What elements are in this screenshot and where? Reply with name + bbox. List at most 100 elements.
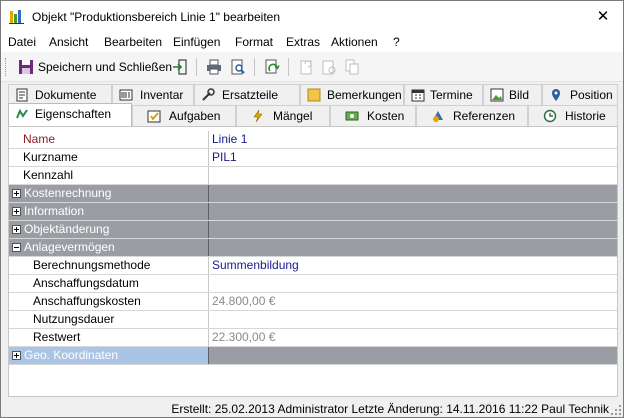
category-kostenrechnung[interactable]: Kostenrechnung — [9, 185, 617, 203]
property-value-nutzungsdauer[interactable] — [210, 311, 617, 328]
tab-ersatzteile[interactable]: Ersatzteile — [194, 84, 300, 105]
tab-termine[interactable]: Termine — [404, 84, 483, 105]
property-key: Nutzungsdauer — [9, 311, 209, 328]
calendar-icon — [411, 89, 425, 102]
tab-label: Dokumente — [35, 88, 97, 102]
category-geo-koordinaten[interactable]: Geo. Koordinaten — [9, 347, 617, 365]
property-key: Kurzname — [9, 149, 209, 166]
settings-doc-icon[interactable] — [321, 59, 337, 75]
property-value-anschaffungsdatum[interactable] — [210, 275, 617, 292]
tab-label: Position — [570, 88, 613, 102]
property-key: Kennzahl — [9, 167, 209, 184]
tab-label: Referenzen — [453, 109, 516, 123]
tab-label: Inventar — [140, 88, 184, 102]
inventory-icon — [119, 89, 133, 101]
document-icon — [16, 88, 28, 102]
category-label: Kostenrechnung — [9, 185, 209, 202]
property-row-anschaffungskosten[interactable]: Anschaffungskosten 24.800,00 € — [9, 293, 617, 311]
category-objektaenderung[interactable]: Objektänderung — [9, 221, 617, 239]
tab-inventar[interactable]: Inventar — [112, 84, 194, 105]
menu-datei[interactable]: Datei — [8, 35, 36, 49]
tab-historie[interactable]: Historie — [528, 105, 618, 126]
property-value-restwert[interactable]: 22.300,00 € — [210, 329, 617, 346]
tab-label: Kosten — [367, 109, 405, 123]
property-key: Anschaffungsdatum — [9, 275, 209, 292]
tab-dokumente[interactable]: Dokumente — [8, 84, 112, 105]
menu-bearbeiten[interactable]: Bearbeiten — [104, 35, 162, 49]
menu-einfuegen[interactable]: Einfügen — [173, 35, 220, 49]
tab-row-2: Eigenschaften Aufgaben Mängel Kosten Ref… — [8, 103, 618, 126]
expand-icon[interactable] — [12, 351, 21, 360]
toolbar-separator — [196, 58, 197, 76]
tab-label: Aufgaben — [169, 109, 221, 123]
property-key: Berechnungsmethode — [9, 257, 209, 274]
toolbar-separator — [288, 58, 289, 76]
menu-aktionen[interactable]: Aktionen — [331, 35, 378, 49]
property-key: Name — [9, 131, 209, 148]
tab-row-1: Dokumente Inventar Ersatzteile Bemerkung… — [8, 84, 618, 105]
new-doc-icon[interactable] — [298, 59, 314, 75]
property-row-kurzname[interactable]: Kurzname PIL1 — [9, 149, 617, 167]
tab-bild[interactable]: Bild — [483, 84, 542, 105]
tab-label: Eigenschaften — [35, 107, 112, 121]
resize-grip-icon[interactable] — [611, 405, 621, 415]
expand-icon[interactable] — [12, 225, 21, 234]
tab-position[interactable]: Position — [542, 84, 618, 105]
property-value-berechnungsmethode[interactable]: Summenbildung — [210, 257, 617, 274]
property-row-berechnungsmethode[interactable]: Berechnungsmethode Summenbildung — [9, 257, 617, 275]
print-icon[interactable] — [206, 59, 222, 75]
menu-help[interactable]: ? — [393, 35, 400, 49]
references-icon — [433, 111, 443, 122]
costs-icon — [345, 111, 359, 121]
property-row-nutzungsdauer[interactable]: Nutzungsdauer — [9, 311, 617, 329]
toolbar: Speichern und Schließen — [1, 52, 623, 82]
property-value-kennzahl[interactable] — [210, 167, 617, 184]
print-preview-icon[interactable] — [230, 59, 246, 75]
refresh-icon[interactable] — [264, 59, 280, 75]
status-text: Erstellt: 25.02.2013 Administrator Letzt… — [171, 402, 609, 416]
property-grid: Name Linie 1 Kurzname PIL1 Kennzahl Kost… — [8, 126, 618, 397]
tab-eigenschaften[interactable]: Eigenschaften — [8, 103, 132, 126]
tab-label: Ersatzteile — [222, 88, 279, 102]
toolbar-separator — [254, 58, 255, 76]
defects-icon — [253, 109, 263, 123]
tab-aufgaben[interactable]: Aufgaben — [132, 105, 236, 126]
exit-icon[interactable] — [172, 59, 188, 75]
category-label: Geo. Koordinaten — [9, 347, 209, 364]
tab-maengel[interactable]: Mängel — [236, 105, 330, 126]
property-row-name[interactable]: Name Linie 1 — [9, 131, 617, 149]
save-and-close-button[interactable]: Speichern und Schließen — [13, 57, 188, 77]
category-anlagevermoegen[interactable]: Anlagevermögen — [9, 239, 617, 257]
close-icon[interactable]: ✕ — [583, 1, 623, 32]
tab-bemerkungen[interactable]: Bemerkungen — [300, 84, 404, 105]
save-icon — [19, 60, 33, 74]
menu-format[interactable]: Format — [235, 35, 273, 49]
tab-kosten[interactable]: Kosten — [330, 105, 416, 126]
menu-bar: Datei Ansicht Bearbeiten Einfügen Format… — [1, 32, 623, 52]
property-row-restwert[interactable]: Restwert 22.300,00 € — [9, 329, 617, 347]
property-value-anschaffungskosten[interactable]: 24.800,00 € — [210, 293, 617, 310]
property-key: Restwert — [9, 329, 209, 346]
tab-label: Mängel — [273, 109, 313, 123]
category-label: Anlagevermögen — [9, 239, 209, 256]
notes-icon — [307, 88, 321, 102]
category-label: Information — [9, 203, 209, 220]
toolbar-grip[interactable] — [5, 58, 8, 76]
properties-icon — [16, 108, 28, 119]
expand-icon[interactable] — [12, 189, 21, 198]
status-bar: Erstellt: 25.02.2013 Administrator Letzt… — [1, 397, 623, 417]
property-value-name[interactable]: Linie 1 — [210, 131, 617, 148]
menu-extras[interactable]: Extras — [286, 35, 320, 49]
property-row-kennzahl[interactable]: Kennzahl — [9, 167, 617, 185]
property-row-anschaffungsdatum[interactable]: Anschaffungsdatum — [9, 275, 617, 293]
menu-ansicht[interactable]: Ansicht — [49, 35, 88, 49]
tab-label: Bemerkungen — [327, 88, 402, 102]
property-value-kurzname[interactable]: PIL1 — [210, 149, 617, 166]
expand-icon[interactable] — [12, 207, 21, 216]
category-information[interactable]: Information — [9, 203, 617, 221]
copy-doc-icon[interactable] — [344, 59, 360, 75]
collapse-icon[interactable] — [12, 243, 21, 252]
property-key: Anschaffungskosten — [9, 293, 209, 310]
window-title: Objekt "Produktionsbereich Linie 1" bear… — [32, 10, 281, 24]
tab-referenzen[interactable]: Referenzen — [416, 105, 528, 126]
